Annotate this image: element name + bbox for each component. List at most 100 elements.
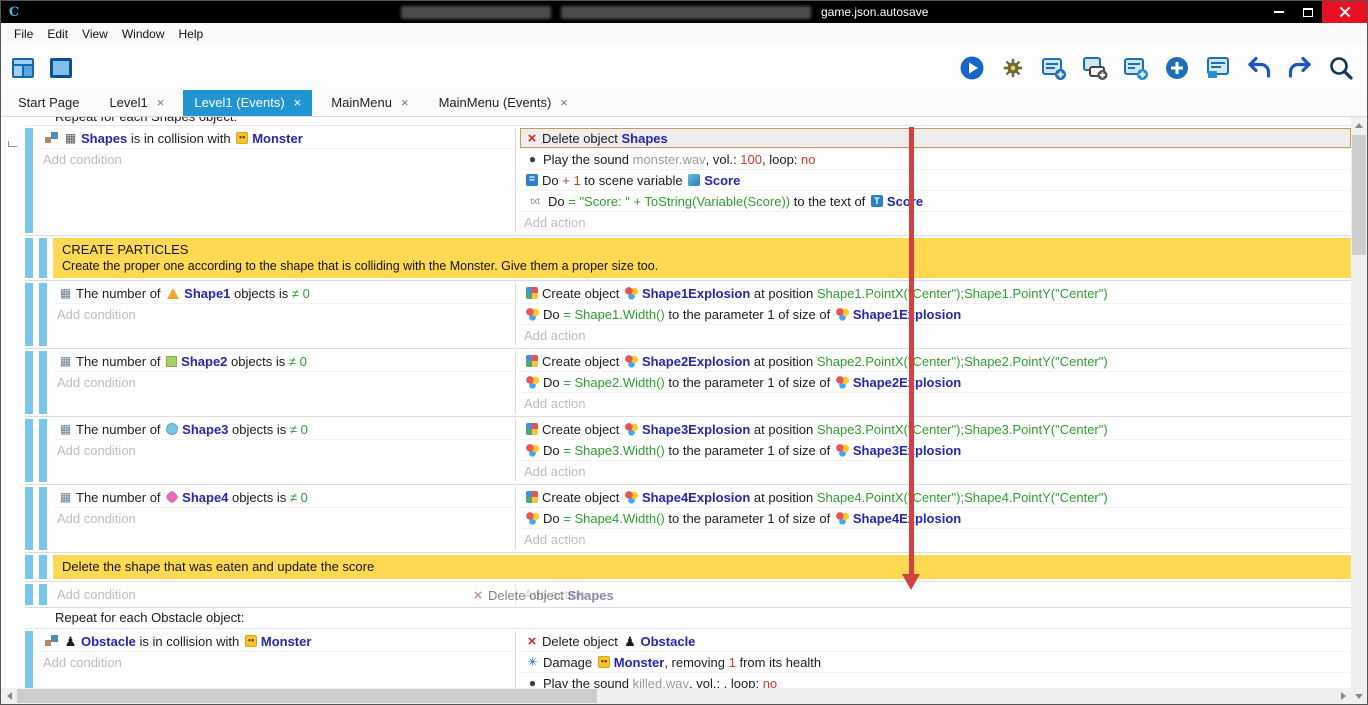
search-button[interactable]	[1327, 54, 1355, 82]
add-action-button[interactable]: Add action	[520, 584, 1351, 605]
minimize-button[interactable]	[1264, 1, 1293, 23]
add-condition-button[interactable]: Add condition	[39, 149, 513, 170]
text-segment: Shape2Explosion	[642, 354, 750, 369]
debugger-button[interactable]	[999, 54, 1027, 82]
condition-line[interactable]: ▦The number of Shape3 objects is ≠ 0	[53, 419, 513, 440]
repeat-event-header[interactable]: Repeat for each Obstacle object:	[25, 608, 1351, 629]
add-condition-button[interactable]: Add condition	[53, 584, 513, 605]
add-more-events-button[interactable]	[1163, 54, 1191, 82]
condition-line[interactable]: ▦The number of Shape1 objects is ≠ 0	[53, 283, 513, 304]
menu-file[interactable]: File	[7, 23, 40, 45]
menu-window[interactable]: Window	[115, 23, 172, 45]
add-comment-button[interactable]	[1122, 54, 1150, 82]
tab-close-icon[interactable]: ×	[294, 90, 302, 116]
event-row[interactable]: ▦The number of Shape3 objects is ≠ 0Add …	[25, 417, 1351, 485]
action-line[interactable]: Do = Shape4.Width() to the parameter 1 o…	[520, 508, 1351, 529]
conditions-column: Add condition	[53, 584, 516, 605]
repeat-event-header[interactable]: Repeat for each Shapes object:	[25, 117, 1351, 126]
tab-mainmenu-events[interactable]: MainMenu (Events)×	[428, 90, 579, 116]
add-action-button[interactable]: Add action	[520, 325, 1351, 346]
horizontal-scroll-thumb[interactable]	[17, 689, 597, 703]
text-segment: objects is	[228, 490, 289, 505]
tab-level1-events[interactable]: Level1 (Events)×	[183, 90, 312, 116]
monster-icon	[236, 132, 248, 144]
tab-start-page[interactable]: Start Page	[7, 90, 90, 116]
tab-close-icon[interactable]: ×	[401, 90, 409, 116]
add-condition-button[interactable]: Add condition	[53, 304, 513, 325]
event-row[interactable]: Add conditionAdd action×Delete object Sh…	[25, 582, 1351, 608]
text-segment: Do	[548, 194, 568, 209]
tab-level1[interactable]: Level1×	[98, 90, 175, 116]
text-segment: Score	[887, 194, 923, 209]
action-line[interactable]: Do = Shape2.Width() to the parameter 1 o…	[520, 372, 1351, 393]
indent-rail	[25, 128, 33, 233]
action-line[interactable]: Create object Shape4Explosion at positio…	[520, 487, 1351, 508]
application-window: C game.json.autosave FileEditViewWindowH…	[0, 0, 1368, 705]
add-condition-button[interactable]: Add condition	[53, 508, 513, 529]
add-action-button[interactable]: Add action	[520, 212, 1351, 233]
add-condition-button[interactable]: Add condition	[53, 440, 513, 461]
undo-button[interactable]	[1245, 54, 1273, 82]
indent-rail	[25, 584, 33, 605]
horizontal-scrollbar[interactable]	[1, 688, 1351, 704]
tab-close-icon[interactable]: ×	[157, 90, 165, 116]
particle-icon	[625, 423, 638, 436]
event-row[interactable]: ▦The number of Shape2 objects is ≠ 0Add …	[25, 349, 1351, 417]
add-subevent-button[interactable]	[1081, 54, 1109, 82]
text-segment: Shape4Explosion	[853, 511, 961, 526]
action-line[interactable]: Create object Shape3Explosion at positio…	[520, 419, 1351, 440]
condition-line[interactable]: ▦Shapes is in collision with Monster	[39, 128, 513, 149]
tab-close-icon[interactable]: ×	[560, 90, 568, 116]
tab-mainmenu[interactable]: MainMenu×	[320, 90, 419, 116]
action-line[interactable]: Do = Shape1.Width() to the parameter 1 o…	[520, 304, 1351, 325]
action-line[interactable]: ✳Damage Monster, removing 1 from its hea…	[520, 652, 1351, 673]
action-line[interactable]: ×Delete object ♟Obstacle	[520, 631, 1351, 652]
vertical-scrollbar[interactable]	[1351, 117, 1367, 704]
redo-button[interactable]	[1286, 54, 1314, 82]
scroll-right-arrow[interactable]	[1335, 688, 1351, 704]
add-action-button[interactable]: Add action	[520, 393, 1351, 414]
condition-line[interactable]: ▦The number of Shape2 objects is ≠ 0	[53, 351, 513, 372]
menu-help[interactable]: Help	[172, 23, 211, 45]
text-segment: = Shape4.Width()	[563, 511, 665, 526]
comment-event[interactable]: CREATE PARTICLESCreate the proper one ac…	[25, 236, 1351, 281]
comment-event[interactable]: Delete the shape that was eaten and upda…	[25, 553, 1351, 582]
project-manager-button[interactable]	[9, 54, 37, 82]
menu-edit[interactable]: Edit	[40, 23, 75, 45]
event-row[interactable]: ▦Shapes is in collision with MonsterAdd …	[25, 126, 1351, 236]
action-line[interactable]: Create object Shape1Explosion at positio…	[520, 283, 1351, 304]
maximize-button[interactable]	[1293, 1, 1322, 23]
menu-view[interactable]: View	[75, 23, 115, 45]
comment-box: Delete the shape that was eaten and upda…	[53, 555, 1351, 579]
shape2-icon	[166, 356, 177, 367]
scroll-up-arrow[interactable]	[1351, 117, 1367, 133]
scorevar-icon	[688, 174, 700, 186]
scroll-down-arrow[interactable]	[1351, 688, 1367, 704]
add-action-button[interactable]: Add action	[520, 529, 1351, 550]
play-button[interactable]	[958, 54, 986, 82]
event-row[interactable]: ▦The number of Shape4 objects is ≠ 0Add …	[25, 485, 1351, 553]
add-event-button[interactable]	[1040, 54, 1068, 82]
event-row[interactable]: ▦The number of Shape1 objects is ≠ 0Add …	[25, 281, 1351, 349]
toggle-disabled-button[interactable]	[1204, 54, 1232, 82]
add-action-button[interactable]: Add action	[520, 461, 1351, 482]
condition-line[interactable]: ▦The number of Shape4 objects is ≠ 0	[53, 487, 513, 508]
action-line[interactable]: txtDo = "Score: " + ToString(Variable(Sc…	[520, 191, 1351, 212]
play-icon	[959, 55, 985, 81]
create-icon	[526, 287, 538, 299]
condition-line[interactable]: ♟Obstacle is in collision with Monster	[39, 631, 513, 652]
collision-icon	[45, 132, 58, 144]
collapse-marker[interactable]	[8, 141, 17, 147]
action-line[interactable]: Do = Shape3.Width() to the parameter 1 o…	[520, 440, 1351, 461]
add-condition-button[interactable]: Add condition	[39, 652, 513, 673]
event-row[interactable]: ♟Obstacle is in collision with MonsterAd…	[25, 629, 1351, 690]
action-line[interactable]: =Do + 1 to scene variable Score	[520, 170, 1351, 191]
action-line[interactable]: ●Play the sound monster.wav, vol.: 100, …	[520, 149, 1351, 170]
action-line[interactable]: Create object Shape2Explosion at positio…	[520, 351, 1351, 372]
start-page-button[interactable]	[47, 54, 75, 82]
add-condition-button[interactable]: Add condition	[53, 372, 513, 393]
scroll-left-arrow[interactable]	[1, 688, 17, 704]
vertical-scroll-thumb[interactable]	[1352, 135, 1366, 255]
close-button[interactable]	[1322, 1, 1367, 23]
action-line[interactable]: ×Delete object Shapes	[520, 128, 1351, 149]
